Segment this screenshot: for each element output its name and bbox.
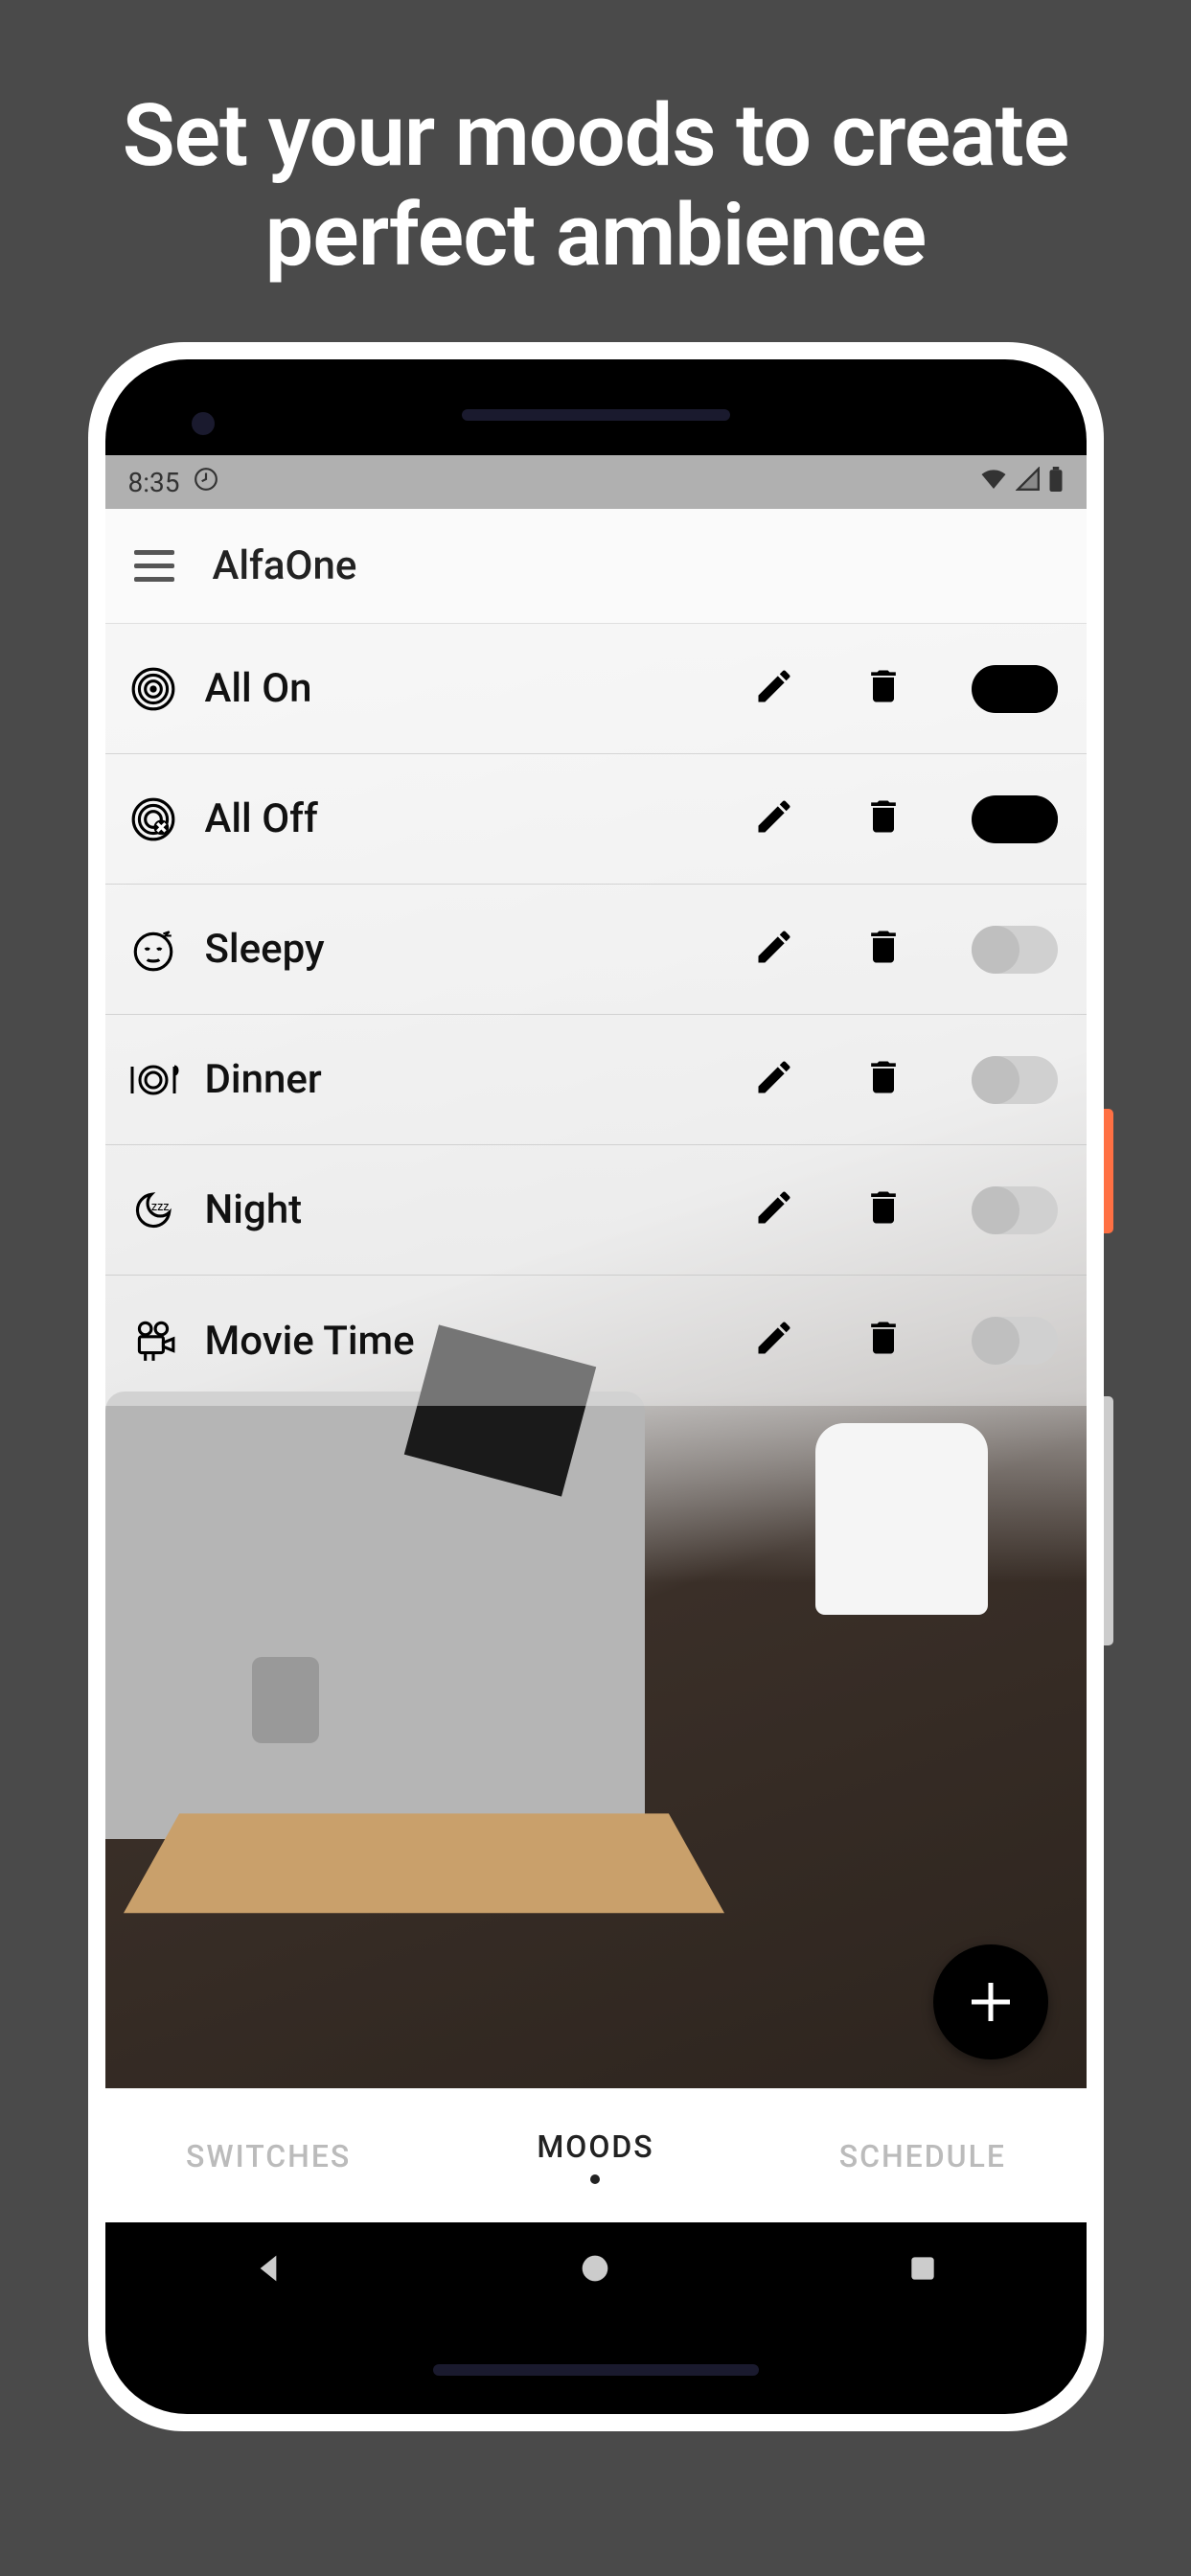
mood-label: Night <box>205 1186 711 1233</box>
tab-switches[interactable]: SWITCHES <box>105 2089 432 2222</box>
app-screen: 8:35 <box>105 455 1087 2318</box>
mood-row-sleepy[interactable]: Sleepy <box>105 885 1087 1015</box>
status-sync-icon <box>194 467 218 498</box>
phone-power-button <box>1104 1109 1113 1233</box>
nav-home-icon[interactable] <box>576 2249 614 2291</box>
tab-schedule[interactable]: SCHEDULE <box>759 2089 1086 2222</box>
moon-zzz-icon: zzz <box>125 1182 182 1239</box>
edit-icon[interactable] <box>753 795 801 843</box>
status-time: 8:35 <box>128 467 180 498</box>
mood-row-movie-time[interactable]: Movie Time <box>105 1276 1087 1406</box>
mood-toggle[interactable] <box>972 665 1058 713</box>
mood-label: All Off <box>205 795 711 842</box>
delete-icon[interactable] <box>862 1186 910 1234</box>
content-area: All On All Off <box>105 624 1087 2222</box>
plus-icon <box>962 1973 1019 2031</box>
phone-camera <box>192 412 215 435</box>
phone-volume-button <box>1104 1396 1113 1645</box>
edit-icon[interactable] <box>753 1056 801 1104</box>
promo-headline: Set your moods to create perfect ambienc… <box>0 86 1191 285</box>
mood-toggle[interactable] <box>972 1317 1058 1365</box>
tab-label: SWITCHES <box>186 2138 351 2174</box>
app-title: AlfaOne <box>213 542 357 589</box>
app-bar: AlfaOne <box>105 509 1087 624</box>
delete-icon[interactable] <box>862 1056 910 1104</box>
mood-list: All On All Off <box>105 624 1087 1406</box>
phone-bottom-bar <box>433 2364 759 2376</box>
edit-icon[interactable] <box>753 1317 801 1365</box>
mood-toggle[interactable] <box>972 926 1058 974</box>
mood-toggle[interactable] <box>972 795 1058 843</box>
svg-text:zzz: zzz <box>150 1200 169 1214</box>
nav-back-icon[interactable] <box>249 2249 287 2291</box>
tab-label: MOODS <box>537 2128 653 2165</box>
movie-camera-icon <box>125 1312 182 1369</box>
tab-moods[interactable]: MOODS <box>432 2089 759 2222</box>
fingerprint-icon <box>125 660 182 718</box>
add-mood-fab[interactable] <box>933 1944 1048 2059</box>
edit-icon[interactable] <box>753 1186 801 1234</box>
delete-icon[interactable] <box>862 795 910 843</box>
mood-toggle[interactable] <box>972 1056 1058 1104</box>
mood-label: Movie Time <box>205 1318 711 1365</box>
android-nav-bar <box>105 2222 1087 2318</box>
bottom-tabs: SWITCHES MOODS SCHEDULE <box>105 2088 1087 2222</box>
sleepy-face-icon <box>125 921 182 978</box>
phone-frame: 8:35 <box>88 342 1104 2431</box>
nav-recent-icon[interactable] <box>904 2249 942 2291</box>
dinner-plate-icon <box>125 1051 182 1109</box>
battery-icon <box>1048 467 1064 498</box>
mood-label: Sleepy <box>205 926 711 973</box>
mood-toggle[interactable] <box>972 1186 1058 1234</box>
delete-icon[interactable] <box>862 1317 910 1365</box>
mood-row-all-on[interactable]: All On <box>105 624 1087 754</box>
wifi-icon <box>979 465 1008 500</box>
status-bar: 8:35 <box>105 455 1087 509</box>
signal-icon <box>1016 467 1041 498</box>
mood-row-all-off[interactable]: All Off <box>105 754 1087 885</box>
mood-label: Dinner <box>205 1056 711 1103</box>
tab-active-indicator <box>590 2174 600 2184</box>
delete-icon[interactable] <box>862 926 910 974</box>
mood-label: All On <box>205 665 711 712</box>
edit-icon[interactable] <box>753 665 801 713</box>
fingerprint-off-icon <box>125 791 182 848</box>
tab-label: SCHEDULE <box>839 2138 1006 2174</box>
delete-icon[interactable] <box>862 665 910 713</box>
mood-row-dinner[interactable]: Dinner <box>105 1015 1087 1145</box>
menu-icon[interactable] <box>134 550 174 582</box>
mood-row-night[interactable]: zzz Night <box>105 1145 1087 1276</box>
edit-icon[interactable] <box>753 926 801 974</box>
phone-speaker <box>462 409 730 421</box>
